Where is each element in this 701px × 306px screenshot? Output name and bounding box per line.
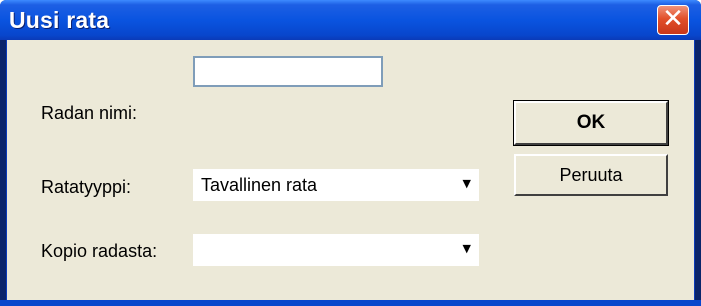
window-title: Uusi rata <box>9 7 110 33</box>
close-icon[interactable]: ✕ <box>657 5 689 35</box>
cancel-button[interactable]: Peruuta <box>514 154 668 196</box>
course-name-input[interactable] <box>193 56 383 87</box>
ok-button[interactable]: OK <box>513 100 669 146</box>
course-name-label: Radan nimi: <box>41 103 138 123</box>
course-type-value: Tavallinen rata <box>201 175 318 195</box>
copy-from-dropdown[interactable]: ▼ <box>193 234 479 266</box>
chevron-down-icon[interactable]: ▼ <box>463 242 471 255</box>
window-frame-bottom <box>0 300 701 306</box>
copy-from-label: Kopio radasta: <box>41 241 158 261</box>
course-type-dropdown[interactable]: Tavallinen rata ▼ <box>193 169 479 201</box>
title-bar[interactable]: Uusi rata ✕ <box>0 0 701 40</box>
course-type-label: Ratatyyppi: <box>41 177 132 197</box>
chevron-down-icon[interactable]: ▼ <box>463 177 471 190</box>
